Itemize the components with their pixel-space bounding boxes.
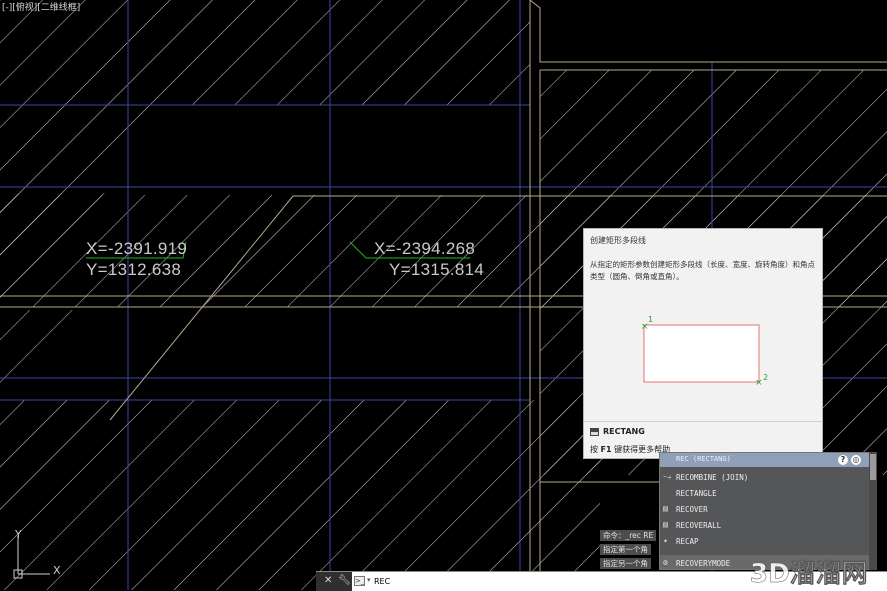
- autocomplete-item-label: RECTANGLE: [676, 489, 717, 498]
- ucs-y-label: Y: [14, 528, 22, 541]
- autocomplete-item-label: RECOMBINE (JOIN): [676, 473, 749, 482]
- command-input[interactable]: [374, 574, 614, 588]
- watermark-text: 3D溜溜网: [750, 558, 868, 589]
- tooltip-command: RECTANG: [590, 427, 645, 436]
- chevron-down-icon[interactable]: ▾: [367, 576, 371, 584]
- rectangle-preview-illustration: × 1 × 2: [641, 315, 768, 388]
- scrollbar-thumb[interactable]: [870, 454, 876, 480]
- viewport-controls-label[interactable]: [-][俯视][二维线框]: [2, 3, 80, 13]
- autocomplete-item[interactable]: ⤍ RECOMBINE (JOIN): [660, 469, 876, 485]
- autocomplete-item-label: RECOVERALL: [676, 521, 722, 530]
- ucs-x-label: X: [53, 564, 61, 577]
- recombine-icon: ⤍: [663, 472, 672, 481]
- help-icon[interactable]: ?: [838, 455, 848, 465]
- autocomplete-item-label: RECOVER: [676, 505, 708, 514]
- svg-text:×: ×: [755, 378, 763, 388]
- ucs-icon: Y X: [13, 528, 61, 579]
- coord-y-label-1: Y=1312.638: [86, 260, 182, 279]
- coord-x-label-1: X=-2391.919: [86, 239, 188, 258]
- autocomplete-item[interactable]: RECTANGLE: [660, 485, 876, 501]
- autocomplete-item-label: RECAP: [676, 537, 699, 546]
- coord-y-label-2: Y=1315.814: [389, 260, 485, 279]
- prompt-icon[interactable]: >_: [354, 576, 365, 586]
- rectang-command-icon: [590, 427, 599, 436]
- corner-label-2: 2: [763, 373, 768, 382]
- history-line: 命令：_rec RE: [600, 530, 657, 541]
- autocomplete-item[interactable]: ▤ RECOVERALL: [660, 517, 876, 533]
- tooltip-help-key: F1: [600, 445, 612, 454]
- autocomplete-header-label: REC (RECTANG): [676, 455, 731, 463]
- watermark-logo: 3D溜溜网: [750, 558, 868, 589]
- coord-x-label-2: X=-2394.268: [374, 239, 476, 258]
- recover-icon: ▤: [663, 504, 668, 513]
- tooltip-title: 创建矩形多段线: [590, 236, 646, 245]
- autocomplete-item[interactable]: ▤ RECOVER: [660, 501, 876, 517]
- gear-icon: ⚙: [663, 558, 668, 567]
- hatch-region-top: [0, 0, 530, 105]
- tooltip-divider: [584, 421, 822, 422]
- recap-icon: ✦: [663, 536, 668, 545]
- recoverall-icon: ▤: [663, 520, 668, 529]
- close-icon[interactable]: ✕: [324, 575, 332, 587]
- autocomplete-item-label: RECOVERYMODE: [676, 559, 731, 568]
- autocomplete-header-item[interactable]: REC (RECTANG) ? ◎: [660, 453, 876, 467]
- hatch-region-right-top: [540, 70, 887, 195]
- wrench-icon[interactable]: 🔧︎: [338, 575, 351, 587]
- globe-icon[interactable]: ◎: [851, 455, 861, 465]
- tooltip-help-prefix: 按: [590, 445, 598, 454]
- tooltip-command-name: RECTANG: [603, 427, 645, 436]
- history-line: 指定第一个角: [600, 544, 651, 555]
- history-line: 指定另一个角: [600, 558, 651, 569]
- solid-block-top-right: [540, 0, 887, 62]
- corner-label-1: 1: [648, 315, 653, 324]
- hatch-region-bottom: [0, 400, 600, 590]
- command-line-controls: ✕ 🔧︎: [316, 572, 352, 591]
- tooltip-description: 从指定的矩形参数创建矩形多段线（长度、宽度、旋转角度）和角点类型（圆角、倒角或直…: [590, 260, 815, 281]
- command-tooltip: 创建矩形多段线 从指定的矩形参数创建矩形多段线（长度、宽度、旋转角度）和角点类型…: [583, 228, 823, 459]
- autocomplete-item[interactable]: ✦ RECAP: [660, 533, 876, 549]
